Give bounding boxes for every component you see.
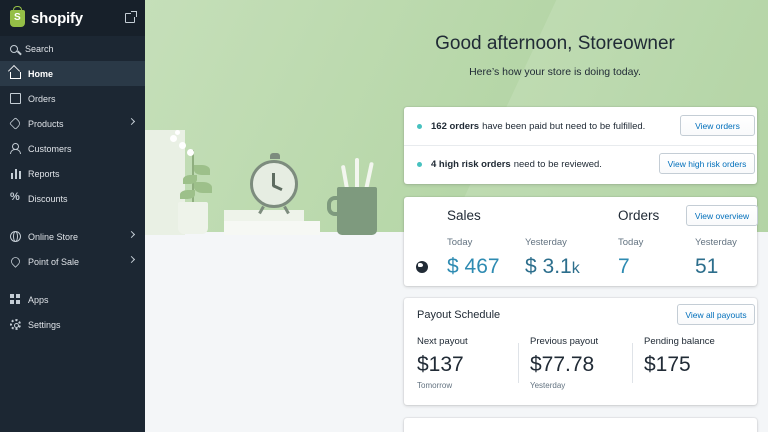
globe-icon [416, 261, 428, 273]
high-risk-orders-row: 4 high risk orders need to be reviewed. [417, 159, 602, 170]
bullet-dot-icon [417, 124, 422, 129]
sidebar-item-online-store[interactable]: Online Store [0, 224, 145, 249]
sidebar-item-point-of-sale[interactable]: Point of Sale [0, 249, 145, 274]
sidebar-item-label: Settings [28, 319, 61, 330]
sales-today-label: Today [447, 237, 473, 248]
sidebar-item-label: Customers [28, 143, 72, 154]
previous-payout-column: Previous payout $77.78 Yesterday [530, 336, 598, 390]
next-payout-label: Next payout [417, 336, 468, 347]
sales-orders-card: Sales Orders View overview Today $ 467 Y… [404, 197, 758, 286]
page-subtitle: Here’s how your store is doing today. [469, 66, 641, 78]
alarm-clock-icon [250, 153, 298, 215]
previous-payout-date: Yesterday [530, 381, 566, 390]
next-payout-column: Next payout $137 Tomorrow [417, 336, 468, 390]
previous-payout-label: Previous payout [530, 336, 599, 347]
chevron-right-icon [127, 230, 136, 239]
sidebar-item-products[interactable]: Products [0, 111, 145, 136]
unfulfilled-count: 162 orders [431, 121, 480, 132]
sales-today-value: $ 467 [447, 255, 500, 278]
sidebar-item-discounts[interactable]: Discounts [0, 186, 145, 211]
payout-title: Payout Schedule [417, 309, 501, 321]
bullet-dot-icon [417, 162, 422, 167]
previous-payout-amount: $77.78 [530, 353, 595, 376]
plant-pot-illustration [178, 202, 208, 234]
sales-yesterday-value: $ 3.1k [525, 255, 580, 278]
sidebar-item-label: Orders [28, 93, 56, 104]
tasks-card: 162 orders have been paid but need to be… [404, 107, 757, 184]
high-risk-text: need to be reviewed. [513, 159, 602, 170]
sidebar-item-orders[interactable]: Orders [0, 86, 145, 111]
view-orders-button[interactable]: View orders [680, 115, 755, 136]
view-all-payouts-button[interactable]: View all payouts [677, 304, 755, 325]
pending-balance-label: Pending balance [644, 336, 715, 347]
sidebar-item-label: Reports [28, 168, 60, 179]
next-card [404, 418, 757, 432]
sidebar-item-home[interactable]: Home [0, 61, 145, 86]
pending-balance-column: Pending balance $175 [644, 336, 715, 377]
view-overview-button[interactable]: View overview [686, 205, 758, 226]
view-high-risk-orders-button[interactable]: View high risk orders [659, 153, 755, 174]
chevron-right-icon [127, 117, 136, 126]
page-title: Good afternoon, Storeowner [435, 33, 675, 54]
home-icon [10, 72, 21, 79]
high-risk-count: 4 high risk orders [431, 159, 511, 170]
pending-balance-amount: $175 [644, 353, 691, 376]
desk-illustration [145, 120, 405, 235]
brand-name[interactable]: shopify [31, 10, 83, 27]
sidebar-item-label: Point of Sale [28, 256, 80, 267]
sidebar-item-apps[interactable]: Apps [0, 287, 145, 312]
sales-yesterday-label: Yesterday [525, 237, 567, 248]
discount-icon [10, 191, 21, 204]
apps-grid-icon [10, 294, 21, 305]
sidebar-item-label: Apps [28, 294, 49, 305]
search-icon [10, 44, 18, 53]
orders-today-label: Today [618, 237, 644, 248]
sidebar-item-label: Home [28, 68, 54, 79]
shopify-logo-icon[interactable] [10, 5, 25, 27]
tag-icon [9, 117, 22, 130]
sidebar-item-label: Products [28, 118, 64, 129]
gear-icon [10, 319, 21, 330]
unfulfilled-orders-row: 162 orders have been paid but need to be… [417, 121, 645, 132]
sidebar-item-label: Search [25, 43, 54, 54]
chevron-right-icon [127, 255, 136, 264]
main-content: Good afternoon, Storeowner Here’s how yo… [145, 0, 768, 432]
sidebar-item-reports[interactable]: Reports [0, 161, 145, 186]
brand-bar: shopify [0, 0, 145, 36]
sidebar-item-label: Online Store [28, 231, 79, 242]
sales-heading: Sales [447, 208, 481, 223]
external-link-icon[interactable] [125, 11, 137, 23]
location-pin-icon [9, 255, 22, 268]
orders-heading: Orders [618, 208, 660, 223]
sidebar-item-settings[interactable]: Settings [0, 312, 145, 337]
sidebar: shopify Search Home Orders Products Cust… [0, 0, 145, 432]
unfulfilled-text: have been paid but need to be fulfilled. [482, 121, 646, 132]
bar-chart-icon [10, 168, 21, 179]
next-payout-amount: $137 [417, 353, 464, 376]
sidebar-item-label: Discounts [28, 193, 68, 204]
sidebar-item-customers[interactable]: Customers [0, 136, 145, 161]
orders-yesterday-value: 51 [695, 255, 719, 278]
payout-schedule-card: Payout Schedule View all payouts Next pa… [404, 298, 757, 405]
orders-today-value: 7 [618, 255, 630, 278]
next-payout-date: Tomorrow [417, 381, 453, 390]
globe-icon [10, 231, 21, 242]
pencil-cup-illustration [337, 187, 377, 235]
customers-icon [10, 143, 21, 154]
orders-icon [10, 93, 21, 104]
sidebar-item-search[interactable]: Search [0, 36, 145, 61]
orders-yesterday-label: Yesterday [695, 237, 737, 248]
